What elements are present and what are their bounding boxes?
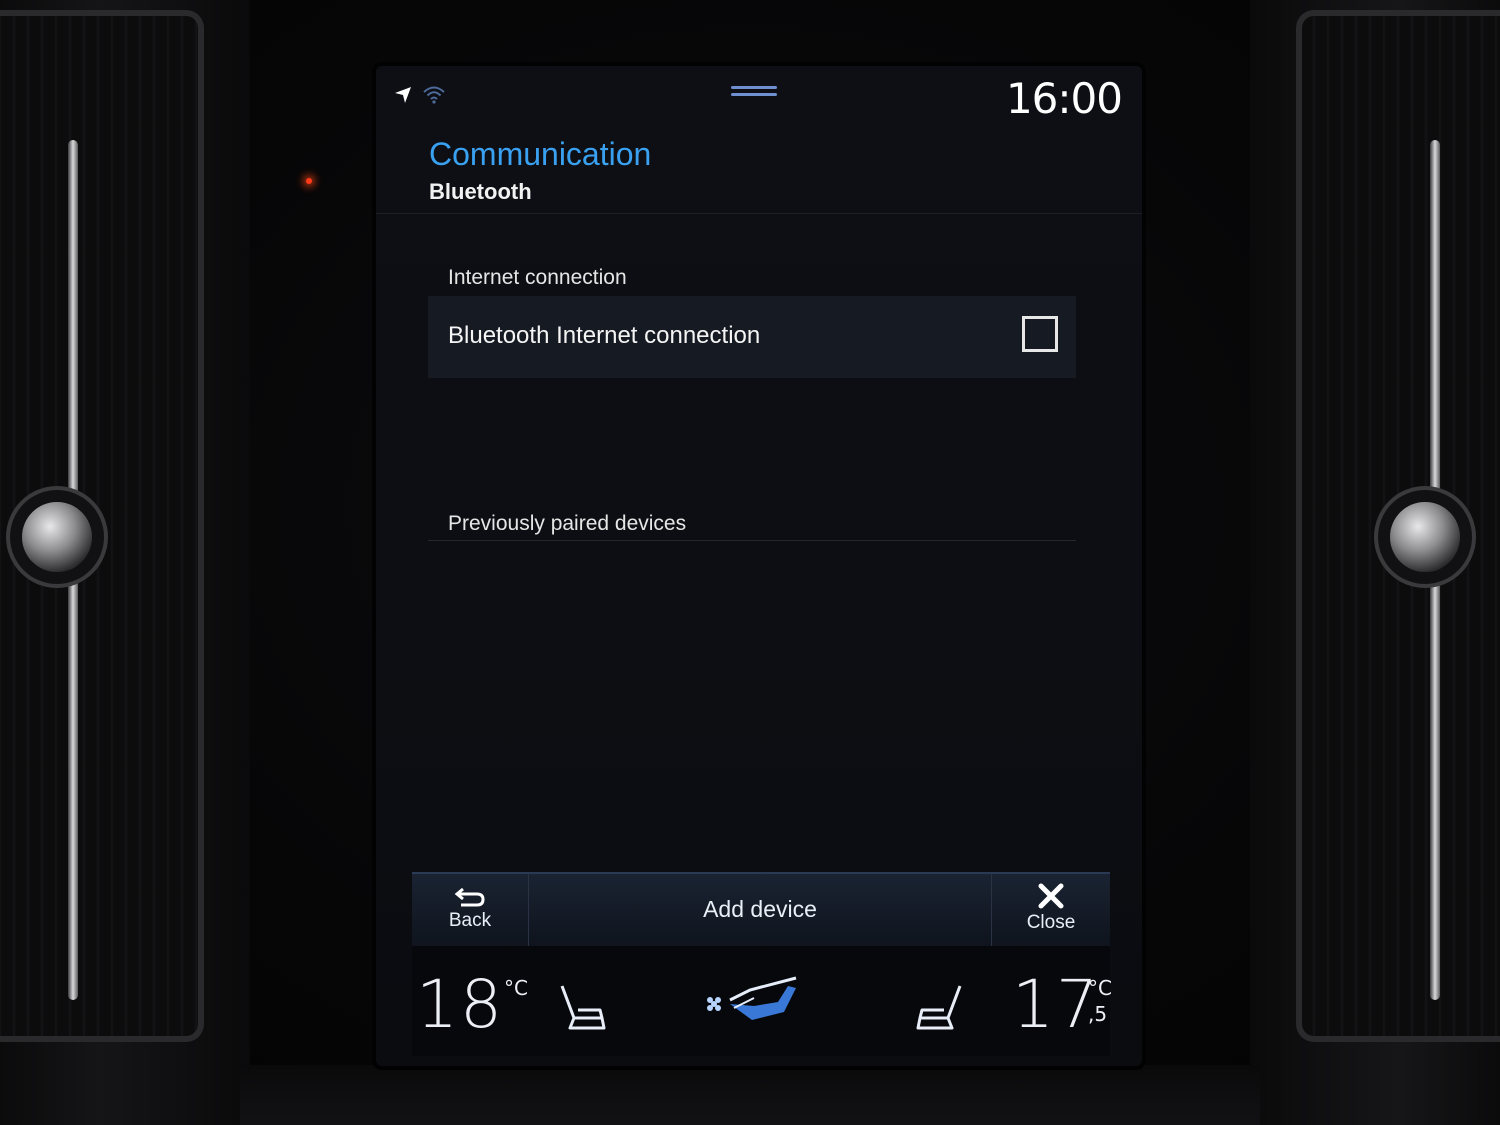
close-label: Close	[1026, 912, 1076, 933]
bluetooth-internet-label: Bluetooth Internet connection	[448, 322, 761, 349]
passenger-temperature[interactable]: 17	[1012, 966, 1100, 1043]
driver-temperature[interactable]: 18	[416, 966, 504, 1043]
passenger-temp-unit: °C	[1088, 976, 1112, 1000]
paired-devices-divider	[428, 540, 1076, 541]
dashboard-bezel	[240, 1065, 1260, 1125]
close-button[interactable]: Close	[992, 874, 1110, 946]
add-device-button[interactable]: Add device	[529, 874, 992, 946]
page-subtitle: Bluetooth	[429, 179, 532, 204]
right-air-vent	[1250, 0, 1500, 1125]
driver-temp-unit: °C	[504, 976, 528, 1000]
passenger-temp-decimal: ,5	[1088, 1002, 1108, 1026]
header-divider	[376, 213, 1142, 214]
infotainment-screen: 16:00 Communication Bluetooth Internet c…	[376, 66, 1142, 1066]
photo-scene: 16:00 Communication Bluetooth Internet c…	[0, 0, 1500, 1125]
driver-temp-value: 18	[416, 966, 504, 1043]
back-label: Back	[448, 910, 492, 931]
left-vent-knob[interactable]	[22, 502, 92, 572]
add-device-label: Add device	[703, 896, 817, 922]
bluetooth-internet-row[interactable]: Bluetooth Internet connection	[428, 296, 1076, 378]
driver-seat-heat-icon[interactable]	[556, 982, 610, 1032]
right-vent-knob[interactable]	[1390, 502, 1460, 572]
bluetooth-internet-checkbox[interactable]	[1022, 316, 1058, 352]
close-icon	[1038, 883, 1064, 909]
wifi-icon	[423, 86, 445, 104]
back-button[interactable]: Back	[412, 874, 529, 946]
paired-devices-heading: Previously paired devices	[448, 512, 687, 535]
airflow-fan-icon[interactable]	[704, 968, 804, 1032]
page-title: Communication	[429, 136, 652, 172]
clock: 16:00	[1005, 74, 1123, 123]
status-bar: 16:00	[376, 66, 1142, 128]
navigation-arrow-icon	[395, 87, 411, 103]
passenger-temp-value: 17	[1012, 966, 1100, 1043]
climate-bar: 18 °C 17 °C ,5	[412, 946, 1112, 1056]
left-air-vent	[0, 0, 250, 1125]
internet-connection-heading: Internet connection	[448, 266, 627, 289]
passenger-seat-heat-icon[interactable]	[912, 982, 966, 1032]
back-arrow-icon	[454, 887, 485, 907]
left-vent-blade	[68, 140, 78, 1000]
indicator-led	[306, 178, 312, 184]
pulldown-handle[interactable]	[731, 86, 777, 100]
action-bar: Back Add device Close	[412, 872, 1110, 946]
